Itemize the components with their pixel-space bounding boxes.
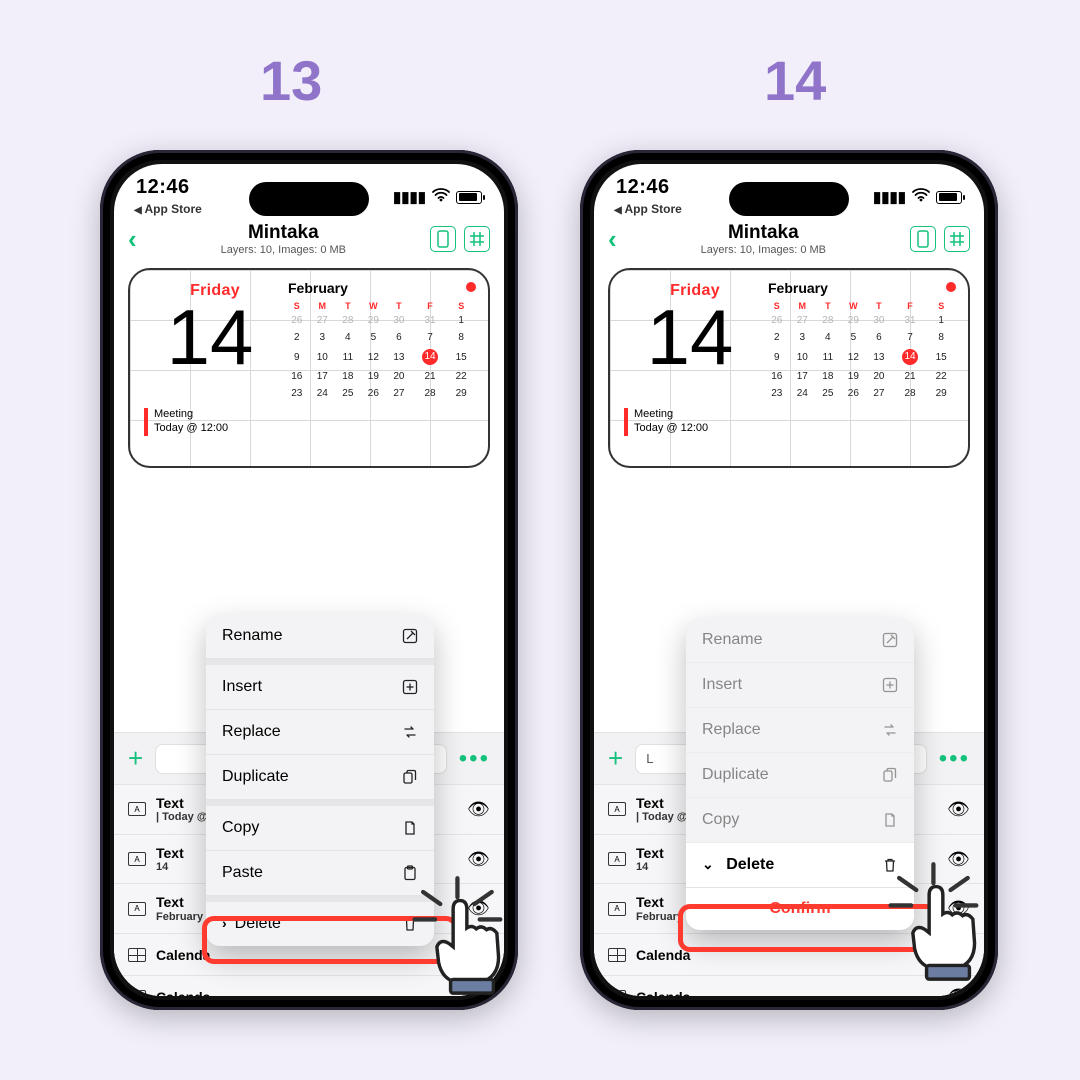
app-header: ‹ Mintaka Layers: 10, Images: 0 MB [114, 218, 504, 262]
visibility-icon[interactable]: 👁 [947, 799, 970, 820]
text-layer-icon: A [128, 802, 146, 816]
visibility-icon[interactable]: 👁 [467, 799, 490, 820]
signal-icon: ▮▮▮▮ [393, 188, 426, 206]
menu-paste[interactable]: Paste [206, 851, 434, 896]
back-to-appstore[interactable]: App Store [134, 202, 202, 216]
phone-frame-14: 12:46 ▮▮▮▮ App Store ‹ Mintaka Layers: 1… [580, 150, 998, 1010]
calendar-layer-icon [128, 948, 146, 962]
project-title: Mintaka [221, 222, 346, 244]
calendar-layer-icon [608, 948, 626, 962]
insert-icon [882, 677, 898, 693]
text-layer-icon: A [608, 802, 626, 816]
calendar-layer-icon [128, 990, 146, 996]
chevron-right-icon: › [222, 915, 227, 931]
calendar-widget[interactable]: Friday 14 Meeting Today @ 12:00 February… [128, 268, 490, 468]
chevron-down-icon: ⌄ [702, 856, 714, 872]
wifi-icon [432, 188, 450, 206]
context-menu: Rename Insert Replace Duplicate Copy [206, 614, 434, 946]
battery-icon [936, 191, 962, 204]
replace-icon [882, 722, 898, 738]
widget-day-number: 14 [150, 298, 270, 376]
more-button[interactable]: ••• [939, 745, 970, 773]
dynamic-island [249, 182, 369, 216]
menu-rename[interactable]: Rename [206, 614, 434, 659]
phone-frame-13: 12:46 ▮▮▮▮ App Store ‹ Mintaka Layers: 1… [100, 150, 518, 1010]
calendar-layer-icon [608, 990, 626, 996]
grid-toggle-icon[interactable] [944, 226, 970, 252]
context-menu: Rename Insert Replace Duplicate Copy ⌄ D… [686, 618, 914, 930]
dynamic-island [729, 182, 849, 216]
text-layer-icon: A [128, 852, 146, 866]
menu-copy[interactable]: Copy [206, 806, 434, 851]
widget-event: Meeting Today @ 12:00 [624, 408, 708, 436]
project-subtitle: Layers: 10, Images: 0 MB [221, 244, 346, 257]
signal-icon: ▮▮▮▮ [873, 188, 906, 206]
text-layer-icon: A [608, 852, 626, 866]
menu-confirm-delete[interactable]: Confirm [686, 888, 914, 930]
project-title: Mintaka [701, 222, 826, 244]
duplicate-icon [402, 769, 418, 785]
add-layer-button[interactable]: + [608, 743, 623, 774]
visibility-icon[interactable]: 👁 [947, 986, 970, 996]
rename-icon [402, 628, 418, 644]
step-number-13: 13 [260, 48, 322, 113]
device-preview-icon[interactable] [430, 226, 456, 252]
menu-insert[interactable]: Insert [206, 665, 434, 710]
menu-duplicate[interactable]: Duplicate [206, 755, 434, 800]
text-layer-icon: A [608, 902, 626, 916]
tap-pointer-icon [406, 868, 526, 998]
widget-day-number: 14 [630, 298, 750, 376]
widget-event: Meeting Today @ 12:00 [144, 408, 228, 436]
insert-icon [402, 679, 418, 695]
replace-icon [402, 724, 418, 740]
menu-copy[interactable]: Copy [686, 798, 914, 843]
tap-pointer-icon [882, 854, 1002, 984]
project-subtitle: Layers: 10, Images: 0 MB [701, 244, 826, 257]
wifi-icon [912, 188, 930, 206]
text-layer-icon: A [128, 902, 146, 916]
rename-icon [882, 632, 898, 648]
battery-icon [456, 191, 482, 204]
duplicate-icon [882, 767, 898, 783]
back-button[interactable]: ‹ [128, 224, 137, 255]
menu-delete[interactable]: ›Delete [206, 902, 434, 946]
copy-icon [402, 820, 418, 836]
menu-rename[interactable]: Rename [686, 618, 914, 663]
menu-delete-expanded[interactable]: ⌄ Delete [686, 843, 914, 888]
menu-insert[interactable]: Insert [686, 663, 914, 708]
menu-replace[interactable]: Replace [206, 710, 434, 755]
more-button[interactable]: ••• [459, 745, 490, 773]
back-to-appstore[interactable]: App Store [614, 202, 682, 216]
widget-month-calendar: February SMTWTFS262728293031123456789101… [284, 280, 474, 402]
grid-toggle-icon[interactable] [464, 226, 490, 252]
visibility-icon[interactable]: 👁 [467, 849, 490, 870]
menu-replace[interactable]: Replace [686, 708, 914, 753]
step-number-14: 14 [764, 48, 826, 113]
menu-duplicate[interactable]: Duplicate [686, 753, 914, 798]
device-preview-icon[interactable] [910, 226, 936, 252]
copy-icon [882, 812, 898, 828]
back-button[interactable]: ‹ [608, 224, 617, 255]
widget-month-calendar: February SMTWTFS262728293031123456789101… [764, 280, 954, 402]
app-header: ‹ Mintaka Layers: 10, Images: 0 MB [594, 218, 984, 262]
calendar-widget[interactable]: Friday 14 Meeting Today @ 12:00 February… [608, 268, 970, 468]
add-layer-button[interactable]: + [128, 743, 143, 774]
